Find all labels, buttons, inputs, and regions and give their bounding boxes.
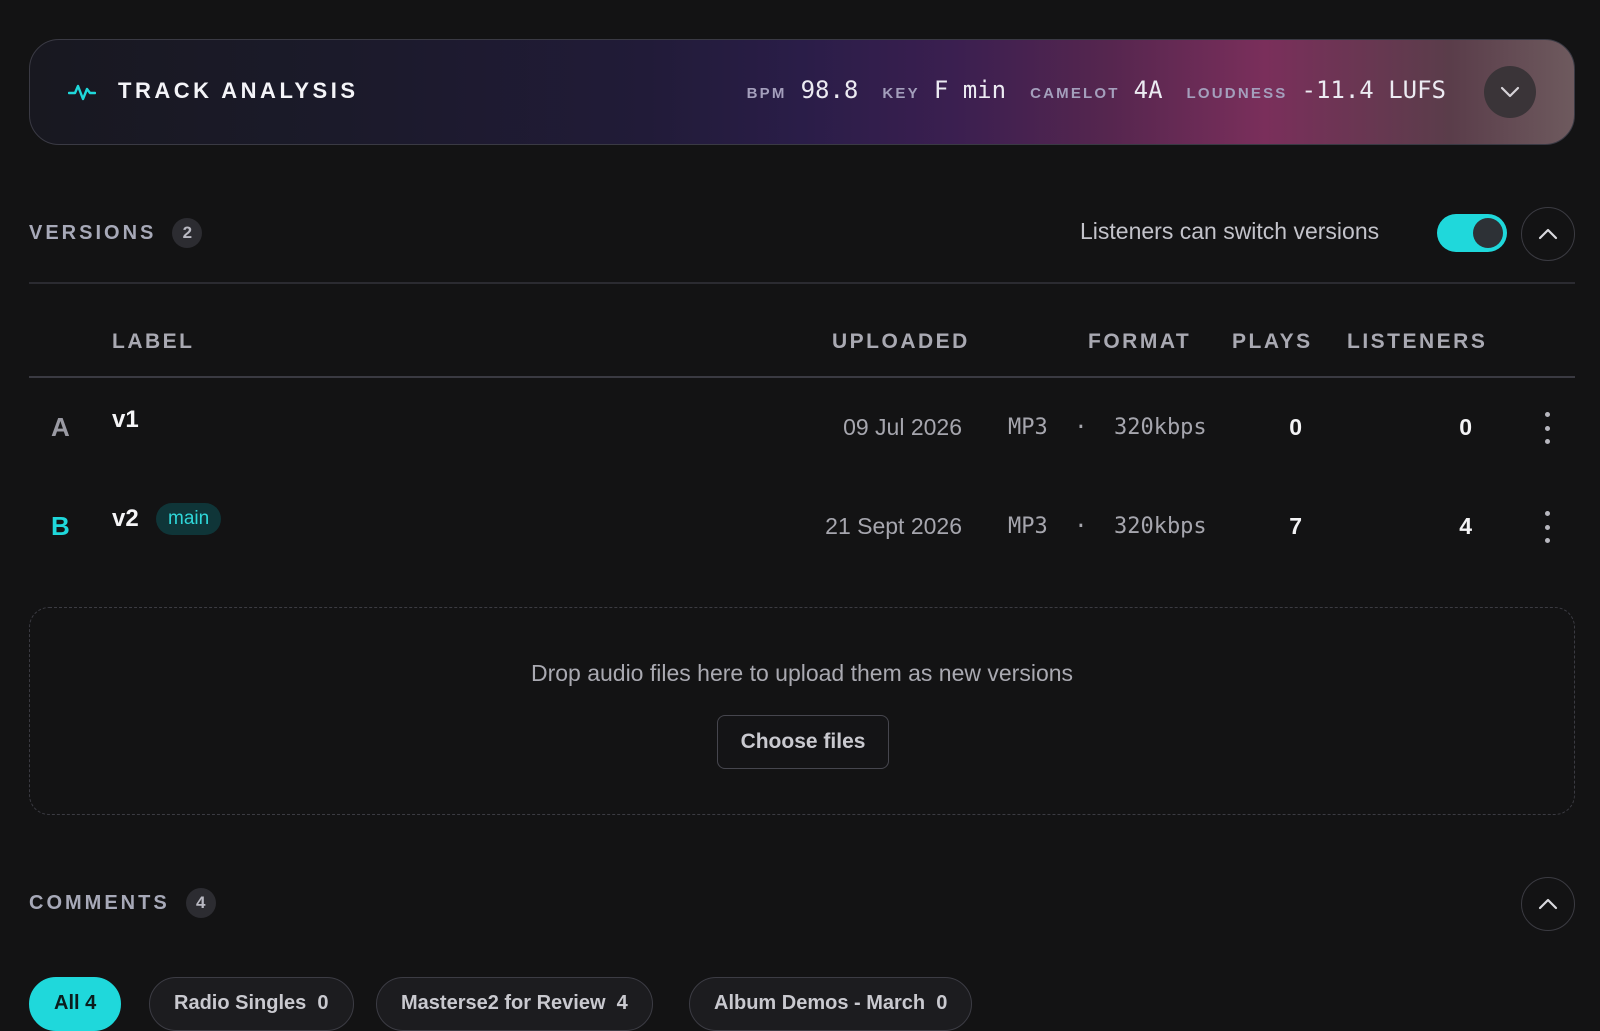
column-header-label: LABEL xyxy=(112,330,195,353)
chip-count: 0 xyxy=(317,992,329,1014)
version-uploaded: 21 Sept 2026 xyxy=(825,513,962,539)
versions-count-badge: 2 xyxy=(172,218,203,248)
track-analysis-banner[interactable]: TRACK ANALYSIS BPM 98.8 KEY F min CAMELO… xyxy=(29,39,1575,145)
chip-label: Radio Singles xyxy=(174,992,307,1014)
toggle-knob xyxy=(1473,218,1503,248)
dropzone-text: Drop audio files here to upload them as … xyxy=(530,660,1074,686)
upload-dropzone[interactable]: Drop audio files here to upload them as … xyxy=(29,607,1575,815)
metric-key: KEY F min xyxy=(882,76,1006,104)
chip-count: 4 xyxy=(616,992,628,1014)
track-analysis-title: TRACK ANALYSIS xyxy=(118,78,359,103)
version-uploaded: 09 Jul 2026 xyxy=(843,414,962,440)
versions-collapse-button[interactable] xyxy=(1521,207,1575,261)
filter-chip-album-demos[interactable]: Album Demos - March 0 xyxy=(689,977,973,1031)
metric-value: -11.4 LUFS xyxy=(1301,76,1447,104)
version-letter: B xyxy=(51,511,70,541)
chip-count: 4 xyxy=(85,992,97,1014)
version-format: MP3 · 320kbps xyxy=(1008,415,1207,440)
version-letter: A xyxy=(51,412,70,442)
metric-label: LOUDNESS xyxy=(1186,85,1288,102)
comments-count-badge: 4 xyxy=(185,888,216,918)
metric-value: 98.8 xyxy=(800,76,859,104)
filter-chip-all[interactable]: All 4 xyxy=(29,977,122,1031)
analysis-metrics: BPM 98.8 KEY F min CAMELOT 4A LOUDNESS -… xyxy=(723,76,1446,104)
metric-camelot: CAMELOT 4A xyxy=(1030,76,1162,104)
comments-collapse-button[interactable] xyxy=(1521,877,1575,931)
switch-versions-label: Listeners can switch versions xyxy=(1080,218,1380,244)
chevron-up-icon xyxy=(1538,898,1558,910)
column-header-uploaded: UPLOADED xyxy=(832,330,970,353)
choose-files-button[interactable]: Choose files xyxy=(717,715,889,769)
chip-count: 0 xyxy=(936,992,948,1014)
chevron-down-icon xyxy=(1500,86,1520,98)
metric-label: BPM xyxy=(746,85,787,102)
version-label: v1 xyxy=(112,406,139,433)
versions-divider xyxy=(29,282,1575,284)
column-header-plays: PLAYS xyxy=(1232,330,1313,353)
table-header-divider xyxy=(29,376,1575,378)
chip-label: All xyxy=(54,992,80,1014)
column-header-format: FORMAT xyxy=(1088,330,1192,353)
chip-label: Album Demos - March xyxy=(714,992,926,1014)
version-plays: 7 xyxy=(1289,513,1302,539)
filter-chip-masters-review[interactable]: Masterse2 for Review 4 xyxy=(376,977,653,1031)
versions-header: VERSIONS 2 xyxy=(29,218,203,248)
column-header-listeners: LISTENERS xyxy=(1347,330,1488,353)
metric-label: KEY xyxy=(882,85,920,102)
metric-value: 4A xyxy=(1133,76,1163,104)
version-listeners: 4 xyxy=(1459,513,1472,539)
metric-loudness: LOUDNESS -11.4 LUFS xyxy=(1187,76,1446,104)
version-label: v2 xyxy=(112,505,139,532)
comments-header: COMMENTS 4 xyxy=(29,888,216,918)
version-format: MP3 · 320kbps xyxy=(1008,514,1207,539)
metric-value: F min xyxy=(933,76,1007,104)
chip-label: Masterse2 for Review xyxy=(401,992,606,1014)
comments-title: COMMENTS xyxy=(29,891,170,914)
analysis-expand-button[interactable] xyxy=(1484,66,1536,118)
version-listeners: 0 xyxy=(1459,414,1472,440)
row-menu-button[interactable] xyxy=(1537,511,1557,543)
chevron-up-icon xyxy=(1538,228,1558,240)
switch-versions-toggle[interactable] xyxy=(1437,214,1507,252)
pulse-icon xyxy=(68,84,96,101)
filter-chip-radio-singles[interactable]: Radio Singles 0 xyxy=(149,977,354,1031)
row-menu-button[interactable] xyxy=(1537,412,1557,444)
versions-title: VERSIONS xyxy=(29,221,157,244)
main-version-badge: main xyxy=(156,503,222,535)
version-plays: 0 xyxy=(1289,414,1302,440)
metric-label: CAMELOT xyxy=(1030,85,1120,102)
metric-bpm: BPM 98.8 xyxy=(747,76,859,104)
